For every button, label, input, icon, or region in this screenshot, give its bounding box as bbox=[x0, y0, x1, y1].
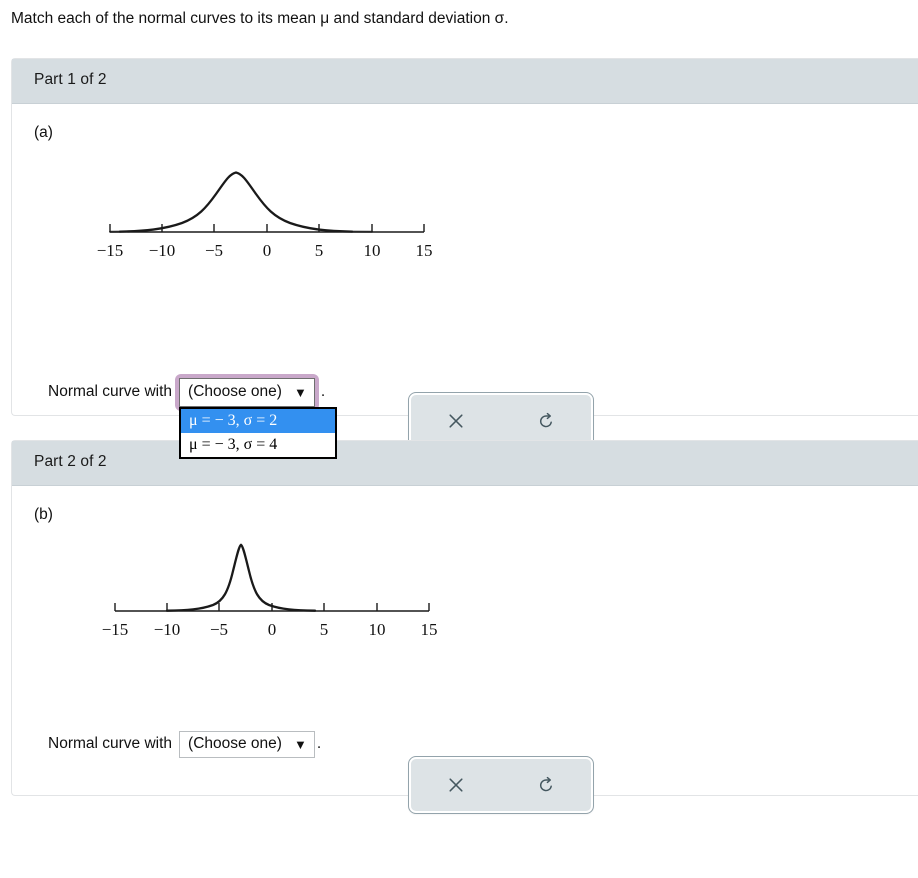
svg-text:−10: −10 bbox=[149, 241, 176, 260]
part-1-select-wrapper: (Choose one) ▼ μ = − 3, σ = 2 μ = − 3, σ… bbox=[175, 373, 338, 459]
part-1-answer-row: Normal curve with (Choose one) ▼ μ = − 3… bbox=[48, 372, 338, 459]
part-2-choose-one-select[interactable]: (Choose one) ▼ bbox=[179, 730, 315, 758]
svg-text:5: 5 bbox=[315, 241, 324, 260]
part-1-dropdown-list[interactable]: μ = − 3, σ = 2 μ = − 3, σ = 4 bbox=[179, 406, 338, 459]
svg-text:0: 0 bbox=[268, 620, 277, 639]
part-1-choose-one-select[interactable]: (Choose one) ▼ bbox=[179, 377, 315, 407]
x-icon bbox=[449, 778, 463, 792]
part-2-sub-label: (b) bbox=[34, 506, 53, 523]
part-2-header: Part 2 of 2 bbox=[12, 441, 918, 486]
svg-text:15: 15 bbox=[416, 241, 433, 260]
part-1-header: Part 1 of 2 bbox=[12, 59, 918, 104]
svg-text:5: 5 bbox=[320, 620, 329, 639]
part-1-header-title: Part 1 of 2 bbox=[34, 71, 107, 88]
part-2-answer-prefix: Normal curve with bbox=[48, 735, 173, 752]
part-2-select-wrapper: (Choose one) ▼ bbox=[179, 730, 315, 758]
svg-text:−10: −10 bbox=[154, 620, 181, 639]
chevron-down-icon: ▼ bbox=[293, 736, 307, 752]
normal-curve-chart-b: −15 −10 −5 0 5 10 15 bbox=[102, 543, 438, 639]
undo-arrow-icon bbox=[539, 412, 552, 427]
svg-text:−5: −5 bbox=[210, 620, 228, 639]
part-2-reset-button[interactable] bbox=[501, 759, 591, 811]
normal-curve-figure-a: −15 −10 −5 0 5 10 15 bbox=[92, 152, 442, 272]
svg-text:0: 0 bbox=[263, 241, 272, 260]
svg-text:−5: −5 bbox=[205, 241, 223, 260]
svg-text:10: 10 bbox=[369, 620, 386, 639]
svg-text:−15: −15 bbox=[102, 620, 129, 639]
svg-text:−15: −15 bbox=[97, 241, 124, 260]
part-1-select-value: (Choose one) bbox=[188, 383, 282, 400]
part-2-answer-row: Normal curve with (Choose one) ▼ . bbox=[48, 724, 321, 764]
chevron-down-icon: ▼ bbox=[293, 384, 307, 400]
part-1-panel: Part 1 of 2 (a) −15 −10 −5 0 5 10 15 Nor… bbox=[11, 58, 918, 459]
normal-curve-figure-b: −15 −10 −5 0 5 10 15 bbox=[97, 531, 447, 651]
part-1-sub-label: (a) bbox=[34, 124, 53, 141]
part-2-panel: Part 2 of 2 (b) −15 −10 −5 0 5 10 15 Nor… bbox=[11, 440, 918, 814]
part-2-period: . bbox=[316, 735, 322, 752]
part-2-select-value: (Choose one) bbox=[188, 735, 282, 752]
svg-text:10: 10 bbox=[364, 241, 381, 260]
svg-text:15: 15 bbox=[421, 620, 438, 639]
part-2-clear-button[interactable] bbox=[411, 759, 501, 811]
part-1-answer-prefix: Normal curve with bbox=[48, 383, 173, 400]
part-2-header-title: Part 2 of 2 bbox=[34, 453, 107, 470]
part-1-dropdown-option-2[interactable]: μ = − 3, σ = 4 bbox=[181, 433, 335, 457]
undo-arrow-icon bbox=[539, 776, 552, 791]
part-2-action-buttons bbox=[408, 756, 594, 814]
x-icon bbox=[449, 414, 463, 428]
part-1-dropdown-option-1[interactable]: μ = − 3, σ = 2 bbox=[181, 408, 336, 433]
page-title: Match each of the normal curves to its m… bbox=[11, 10, 509, 27]
part-1-period: . bbox=[320, 383, 326, 400]
normal-curve-chart-a: −15 −10 −5 0 5 10 15 bbox=[97, 171, 433, 260]
